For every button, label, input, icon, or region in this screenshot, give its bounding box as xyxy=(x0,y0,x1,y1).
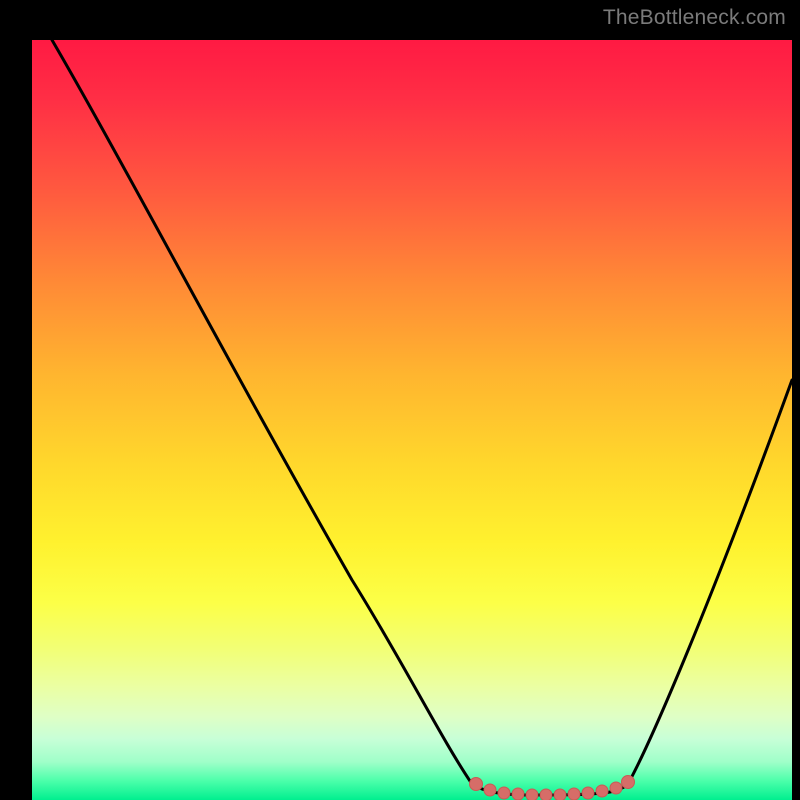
valley-markers xyxy=(470,776,635,800)
valley-marker xyxy=(610,782,622,794)
valley-marker xyxy=(596,785,608,797)
curve-right-arm xyxy=(628,380,792,784)
valley-marker xyxy=(512,788,524,800)
watermark-text: TheBottleneck.com xyxy=(603,6,786,30)
valley-marker xyxy=(540,789,552,800)
bottleneck-curve xyxy=(52,40,792,795)
valley-marker xyxy=(470,778,483,791)
valley-marker xyxy=(582,787,594,799)
curve-left-arm xyxy=(52,40,472,784)
plot-area xyxy=(32,40,792,800)
valley-marker xyxy=(498,787,510,799)
chart-svg xyxy=(32,40,792,800)
valley-marker xyxy=(568,788,580,800)
valley-marker xyxy=(526,789,538,800)
chart-frame xyxy=(12,12,788,788)
valley-marker xyxy=(554,789,566,800)
valley-marker xyxy=(484,784,496,796)
valley-marker xyxy=(622,776,635,789)
